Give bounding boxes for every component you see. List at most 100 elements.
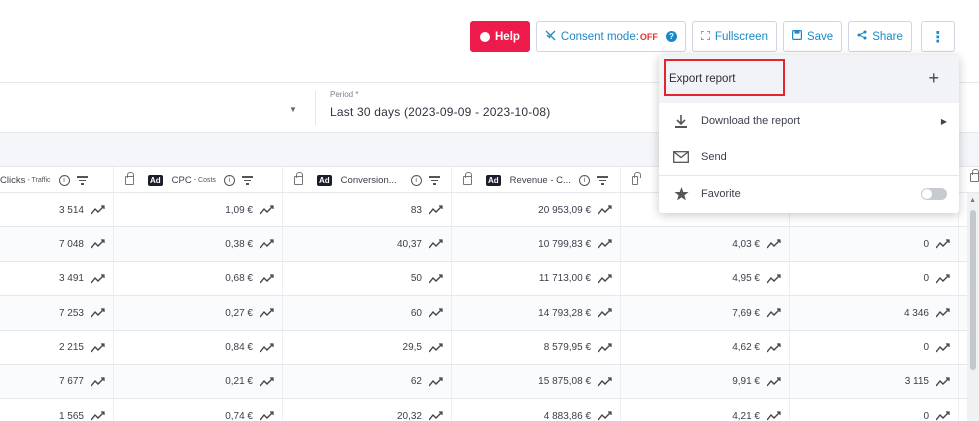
help-button[interactable]: Help bbox=[470, 21, 530, 52]
cell-value: 40,37 bbox=[396, 238, 422, 250]
trend-icon[interactable] bbox=[597, 342, 612, 353]
trend-icon[interactable] bbox=[428, 308, 443, 318]
trend-icon[interactable] bbox=[259, 308, 274, 318]
lock-icon[interactable] bbox=[125, 172, 134, 185]
consent-mode-button[interactable]: Consent mode: OFF ? bbox=[535, 21, 686, 52]
trend-icon[interactable] bbox=[428, 411, 443, 421]
info-icon[interactable]: i bbox=[578, 175, 590, 186]
trend-icon[interactable] bbox=[259, 411, 274, 421]
help-label: Help bbox=[495, 30, 520, 43]
favorite-item[interactable]: Favorite bbox=[659, 176, 959, 212]
more-vertical-icon: ⋮ bbox=[930, 28, 946, 46]
trend-icon[interactable] bbox=[259, 239, 274, 249]
trend-icon[interactable] bbox=[766, 377, 781, 387]
lock-icon[interactable] bbox=[463, 172, 472, 185]
trend-icon[interactable] bbox=[428, 205, 443, 215]
share-button[interactable]: Share bbox=[848, 21, 912, 52]
trend-icon[interactable] bbox=[597, 308, 612, 318]
column-divider bbox=[620, 227, 621, 261]
trend-icon[interactable] bbox=[597, 411, 612, 421]
trend-icon[interactable] bbox=[428, 239, 443, 249]
header-revenue-label: Revenue - C... bbox=[509, 175, 571, 186]
lock-icon[interactable] bbox=[294, 172, 303, 185]
filter-icon[interactable] bbox=[241, 176, 253, 185]
trend-icon[interactable] bbox=[597, 205, 612, 215]
cell-value: 4,21 € bbox=[732, 410, 760, 421]
fullscreen-button[interactable]: Fullscreen bbox=[691, 21, 777, 52]
trend-icon[interactable] bbox=[766, 308, 781, 318]
trend-icon[interactable] bbox=[766, 239, 781, 249]
info-icon[interactable]: i bbox=[58, 175, 70, 186]
lock-icon[interactable] bbox=[632, 172, 641, 185]
trend-icon[interactable] bbox=[597, 239, 612, 249]
filter-icon[interactable] bbox=[428, 176, 440, 185]
plus-icon[interactable]: + bbox=[928, 68, 939, 89]
table-cell: 7 253 bbox=[0, 296, 105, 330]
cell-value: 4,95 € bbox=[732, 273, 760, 285]
trend-icon[interactable] bbox=[259, 205, 274, 215]
send-item[interactable]: Send bbox=[659, 139, 959, 175]
save-button[interactable]: Save bbox=[782, 21, 843, 52]
trend-icon[interactable] bbox=[90, 274, 105, 284]
trend-icon[interactable] bbox=[935, 377, 950, 387]
header-conversions-label: Conversion... bbox=[340, 175, 397, 186]
trend-icon[interactable] bbox=[90, 205, 105, 215]
trend-icon[interactable] bbox=[259, 274, 274, 284]
table-cell: 29,5 bbox=[283, 331, 443, 365]
share-label: Share bbox=[872, 30, 903, 43]
export-report-item[interactable]: Export report + bbox=[659, 55, 959, 103]
trend-icon[interactable] bbox=[766, 342, 781, 353]
header-revenue[interactable]: Ad Revenue - C... i bbox=[463, 167, 623, 194]
lock-icon[interactable] bbox=[970, 169, 979, 182]
column-divider bbox=[958, 364, 959, 399]
dropdown-caret-icon[interactable]: ▼ bbox=[289, 105, 297, 114]
trend-icon[interactable] bbox=[259, 377, 274, 387]
scroll-up-icon[interactable]: ▲ bbox=[969, 197, 976, 204]
favorite-toggle[interactable] bbox=[921, 188, 947, 200]
trend-icon[interactable] bbox=[935, 308, 950, 318]
trend-icon[interactable] bbox=[90, 308, 105, 318]
table-cell: 0 bbox=[790, 262, 950, 296]
trend-icon[interactable] bbox=[766, 274, 781, 284]
trend-icon[interactable] bbox=[90, 239, 105, 249]
period-select[interactable]: Last 30 days (2023-09-09 - 2023-10-08) bbox=[330, 105, 550, 119]
trend-icon[interactable] bbox=[428, 342, 443, 353]
column-divider bbox=[282, 167, 283, 192]
cell-value: 14 793,28 € bbox=[538, 307, 591, 319]
trend-icon[interactable] bbox=[766, 411, 781, 421]
header-col5[interactable] bbox=[632, 167, 652, 194]
favorite-label: Favorite bbox=[701, 188, 741, 200]
filter-icon[interactable] bbox=[596, 176, 608, 185]
header-conversions[interactable]: Ad Conversion... i bbox=[294, 167, 454, 194]
more-options-button[interactable]: ⋮ bbox=[920, 21, 955, 52]
cell-value: 1 565 bbox=[58, 410, 84, 421]
question-icon[interactable]: ? bbox=[665, 31, 677, 42]
trend-icon[interactable] bbox=[90, 377, 105, 387]
column-divider bbox=[958, 330, 959, 364]
trend-icon[interactable] bbox=[90, 342, 105, 353]
trend-icon[interactable] bbox=[90, 411, 105, 421]
trend-icon[interactable] bbox=[935, 342, 950, 353]
trend-icon[interactable] bbox=[597, 377, 612, 387]
trend-icon[interactable] bbox=[935, 411, 950, 421]
trend-icon[interactable] bbox=[428, 274, 443, 284]
info-icon[interactable]: i bbox=[223, 175, 235, 186]
header-cpc[interactable]: Ad CPC - Costs i bbox=[125, 167, 285, 194]
scrollbar-thumb[interactable] bbox=[970, 210, 976, 370]
trend-icon[interactable] bbox=[259, 342, 274, 353]
consent-state: OFF bbox=[639, 31, 658, 42]
download-report-item[interactable]: Download the report ▶ bbox=[659, 103, 959, 139]
header-clicks[interactable]: Clicks - Traffic i bbox=[0, 167, 110, 194]
table-cell: 20,32 bbox=[283, 399, 443, 421]
star-icon bbox=[672, 187, 690, 201]
trend-icon[interactable] bbox=[428, 377, 443, 387]
filter-icon[interactable] bbox=[76, 176, 88, 185]
trend-icon[interactable] bbox=[935, 239, 950, 249]
column-divider bbox=[282, 330, 283, 364]
table-cell: 9,91 € bbox=[621, 365, 781, 399]
trend-icon[interactable] bbox=[597, 274, 612, 284]
trend-icon[interactable] bbox=[935, 274, 950, 284]
table-cell: 0,38 € bbox=[114, 227, 274, 261]
cell-value: 7 048 bbox=[58, 238, 84, 250]
info-icon[interactable]: i bbox=[410, 175, 422, 186]
